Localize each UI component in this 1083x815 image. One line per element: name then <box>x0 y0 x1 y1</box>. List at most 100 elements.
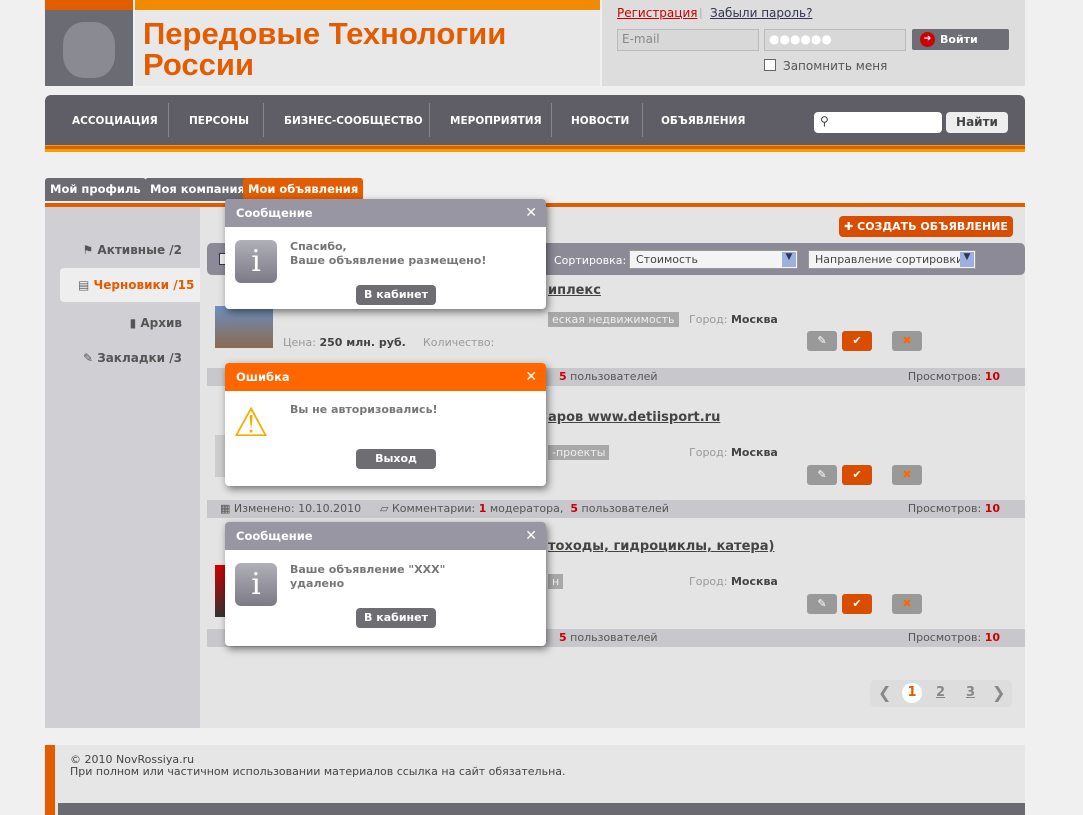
divider: | <box>699 6 703 19</box>
search-input[interactable]: ⚲ <box>814 112 942 133</box>
eagle-icon <box>63 22 115 78</box>
notepad-icon: ▤ <box>78 278 94 292</box>
dialog-message: Вы не авторизовались! <box>290 403 438 416</box>
sidebar-item-bookmarks[interactable]: ✎ Закладки /3 <box>83 351 182 365</box>
login-button[interactable]: ➔ Войти <box>912 29 1009 50</box>
publish-button[interactable]: ✔ <box>842 331 872 351</box>
register-link[interactable]: Регистрация <box>617 6 697 20</box>
category-tag[interactable]: -проекты <box>548 445 610 460</box>
check-icon: ✔ <box>852 334 862 347</box>
listing-title[interactable]: аров www.detiisport.ru <box>548 410 720 425</box>
edit-button[interactable]: ✎ <box>807 594 837 614</box>
category-tag[interactable]: н <box>548 574 564 589</box>
main-nav: АССОЦИАЦИЯ ПЕРСОНЫ БИЗНЕС-СООБЩЕСТВО МЕР… <box>45 95 1025 152</box>
page-3[interactable]: 3 <box>966 685 975 700</box>
search-icon: ⚲ <box>820 114 829 128</box>
dialog-title: Сообщение ✕ <box>225 199 546 227</box>
search-button[interactable]: Найти <box>946 112 1008 133</box>
delete-button[interactable]: ✖ <box>892 331 922 351</box>
nav-association[interactable]: АССОЦИАЦИЯ <box>72 115 158 127</box>
edit-button[interactable]: ✎ <box>807 331 837 351</box>
listing-thumbnail[interactable] <box>215 306 273 348</box>
sidebar: ⚑ Активные /2 ▤ Черновики /15 ▮ Архив ✎ … <box>45 207 200 728</box>
publish-button[interactable]: ✔ <box>842 465 872 485</box>
create-ad-button[interactable]: ✚ СОЗДАТЬ ОБЪЯВЛЕНИЕ <box>839 216 1013 237</box>
category-tag[interactable]: еская недвижимость <box>548 312 679 327</box>
close-icon[interactable]: ✕ <box>525 363 537 391</box>
close-icon: ✖ <box>902 468 912 481</box>
remember-checkbox[interactable] <box>764 59 776 71</box>
city: Город: Москва <box>689 446 778 459</box>
pagination: ❮ 1 2 3 ❯ <box>870 680 1012 707</box>
close-icon: ✖ <box>902 597 912 610</box>
edit-button[interactable]: ✎ <box>807 465 837 485</box>
nav-ads[interactable]: ОБЪЯВЛЕНИЯ <box>661 115 745 127</box>
nav-persons[interactable]: ПЕРСОНЫ <box>189 115 249 127</box>
title-line2: России <box>143 47 255 82</box>
close-icon[interactable]: ✕ <box>525 522 537 550</box>
listing-title[interactable]: тоходы, гидроциклы, катера) <box>548 539 774 554</box>
city: Город: Москва <box>689 575 778 588</box>
dialog-title: Сообщение ✕ <box>225 522 546 550</box>
bookmark-icon: ✎ <box>82 351 98 365</box>
close-icon[interactable]: ✕ <box>525 199 537 227</box>
quantity-label: Количество: <box>423 336 495 349</box>
city: Город: Москва <box>689 313 778 326</box>
tab-my-profile[interactable]: Мой профиль <box>45 178 146 201</box>
email-field[interactable]: E-mail <box>617 29 759 51</box>
sort-direction-select[interactable]: Направление сортировки ▼ <box>808 250 976 269</box>
password-field[interactable]: ●●●●●● <box>764 29 906 51</box>
emblem-logo[interactable] <box>45 0 133 86</box>
footer-bar <box>58 803 1025 815</box>
check-icon: ✔ <box>852 468 862 481</box>
error-dialog: Ошибка ✕ ⚠ Вы не авторизовались! Выход <box>225 363 546 486</box>
nav-events[interactable]: МЕРОПРИЯТИЯ <box>450 115 542 127</box>
listing-title[interactable]: иплекс <box>548 283 601 298</box>
page-1[interactable]: 1 <box>902 683 922 703</box>
comment-icon: ▱ <box>380 502 392 515</box>
dialog-message: Спасибо, Ваше объявление размещено! <box>290 240 487 267</box>
check-icon: ✔ <box>852 597 862 610</box>
info-icon: i <box>235 563 277 606</box>
nav-news[interactable]: НОВОСТИ <box>571 115 629 127</box>
site-title[interactable]: Передовые Технологии России <box>143 18 506 80</box>
copyright-notice: При полном или частичном использовании м… <box>70 765 566 778</box>
sort-select[interactable]: Стоимость ▼ <box>629 250 798 269</box>
flag-icon: ⚑ <box>82 243 98 257</box>
prev-page-icon[interactable]: ❮ <box>878 683 891 702</box>
pencil-icon: ✎ <box>817 597 827 610</box>
delete-button[interactable]: ✖ <box>892 465 922 485</box>
sidebar-item-active[interactable]: ⚑ Активные /2 <box>82 243 182 257</box>
warning-icon: ⚠ <box>233 400 269 446</box>
book-icon: ▮ <box>129 316 141 330</box>
message-dialog: Сообщение ✕ i Спасибо, Ваше объявление ра… <box>225 199 546 309</box>
chevron-down-icon: ▼ <box>960 252 974 267</box>
to-cabinet-button[interactable]: В кабинет <box>356 608 436 628</box>
calendar-icon: ▦ <box>220 502 234 515</box>
sidebar-item-drafts[interactable]: ▤ Черновики /15 <box>60 268 200 302</box>
login-panel: Регистрация | Забыли пароль? E-mail ●●●●… <box>602 0 1025 86</box>
to-cabinet-button[interactable]: В кабинет <box>356 285 436 305</box>
nav-accent <box>45 146 1025 149</box>
login-label: Войти <box>940 33 978 46</box>
next-page-icon[interactable]: ❯ <box>992 683 1005 702</box>
dialog-message: Ваше объявление "XXX" удалено <box>290 563 446 590</box>
delete-button[interactable]: ✖ <box>892 594 922 614</box>
nav-business[interactable]: БИЗНЕС-СООБЩЕСТВО <box>284 115 423 127</box>
logout-button[interactable]: Выход <box>356 449 436 469</box>
price: Цена: 250 млн. руб. <box>283 336 406 349</box>
forgot-password-link[interactable]: Забыли пароль? <box>710 6 812 20</box>
tab-my-company[interactable]: Моя компания <box>145 178 250 201</box>
plus-icon: ✚ <box>844 220 858 233</box>
sidebar-item-archive[interactable]: ▮ Архив <box>130 316 182 330</box>
close-icon: ✖ <box>902 334 912 347</box>
page-2[interactable]: 2 <box>936 685 945 700</box>
listing-footer: ▦ Изменено: 10.10.2010 ▱ Комментарии: 1 м… <box>207 500 1025 518</box>
message-dialog: Сообщение ✕ i Ваше объявление "XXX" удале… <box>225 522 546 646</box>
tab-my-ads[interactable]: Мои объявления <box>243 178 364 201</box>
arrow-right-icon: ➔ <box>920 32 935 47</box>
chevron-down-icon: ▼ <box>782 252 796 267</box>
title-line1: Передовые Технологии <box>143 16 507 51</box>
sort-label: Сортировка: <box>554 254 627 267</box>
publish-button[interactable]: ✔ <box>842 594 872 614</box>
